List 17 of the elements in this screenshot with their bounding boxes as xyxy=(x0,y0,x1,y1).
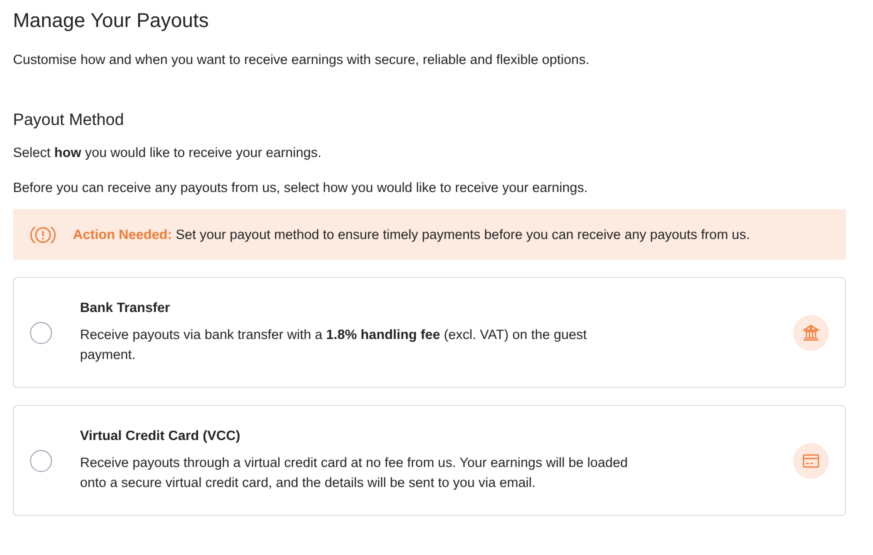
payout-option-card[interactable]: Bank Transfer Receive payouts via bank transfer with a 1.8% handling fee (excl. VAT) on the guest payment. xyxy=(13,277,846,388)
page-title: Manage Your Payouts xyxy=(13,10,210,33)
option-title: Bank Transfer xyxy=(80,300,172,315)
instruction-text: Select how you would like to receive your earnings. xyxy=(13,145,322,160)
radio-button[interactable] xyxy=(30,450,52,472)
radio-button[interactable] xyxy=(30,322,52,344)
bank-icon xyxy=(793,314,829,350)
option-title: Virtual Credit Card (VCC) xyxy=(80,428,242,443)
option-description: Receive payouts through a virtual credit card at no fee from us. Your earnings will be loaded onto a secure virtual credit card, and the details will be sent to you via email. xyxy=(80,454,629,492)
section-heading: Payout Method xyxy=(13,111,125,130)
alert-message: Action Needed: Set your payout method to ensure timely payments before you can receive any payouts from us. xyxy=(73,227,750,242)
credit-card-icon xyxy=(793,442,829,478)
payout-option-card[interactable] xyxy=(13,405,846,516)
instruction-text: Before you can receive any payouts from us, select how you would like to receive your earnings. xyxy=(13,180,589,195)
page-subtitle: Customise how and when you want to receive earnings with secure, reliable and flexible options. xyxy=(13,52,590,67)
alert-icon xyxy=(29,224,57,246)
option-description: Receive payouts via bank transfer with a 1.8% handling fee (excl. VAT) on the guest payment. xyxy=(80,326,588,364)
